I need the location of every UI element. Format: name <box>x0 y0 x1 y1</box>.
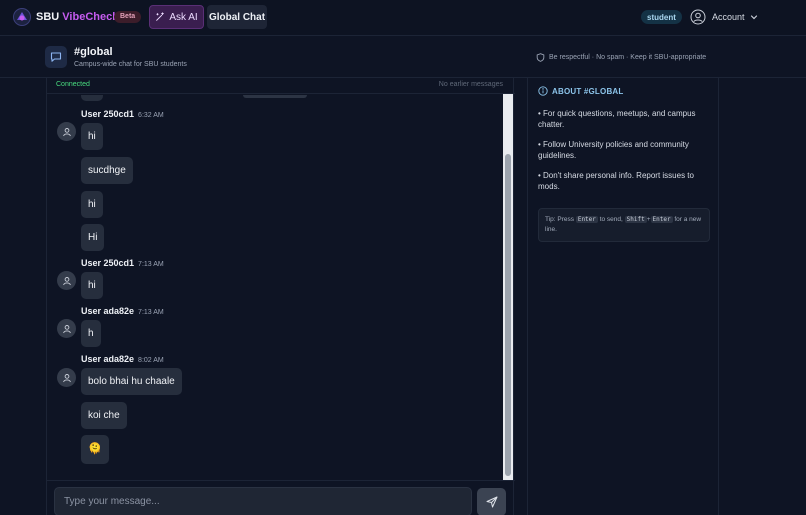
no-earlier-messages: No earlier messages <box>438 81 503 88</box>
message-input[interactable] <box>54 487 472 515</box>
message-header: User 250cd1 7:13 AM <box>81 258 164 268</box>
brand-name[interactable]: SBU VibeCheck <box>36 11 118 23</box>
scrollbar-thumb[interactable] <box>505 154 511 476</box>
keyboard-tip: Tip: Press Enter to send, Shift + Enter fo… <box>538 208 710 242</box>
avatar <box>57 271 76 290</box>
connection-status: Connected <box>56 81 90 88</box>
avatar <box>57 122 76 141</box>
send-icon <box>486 496 497 508</box>
enter-key: Enter <box>575 216 598 223</box>
avatar <box>57 368 76 387</box>
about-title: ABOUT #GLOBAL <box>538 86 624 96</box>
date-divider-partial <box>243 95 307 98</box>
beta-badge: Beta <box>114 11 142 23</box>
message-bubble: h <box>81 320 101 347</box>
message-bubble: bolo bhai hu chaale <box>81 368 182 395</box>
message-header: User ada82e 8:02 AM <box>81 354 164 364</box>
avatar <box>57 319 76 338</box>
logo-icon[interactable] <box>12 7 32 27</box>
info-icon <box>538 86 548 96</box>
user-icon <box>62 324 71 333</box>
shield-icon <box>536 53 545 62</box>
user-icon <box>62 373 71 382</box>
channel-title: #global <box>74 46 113 58</box>
role-badge: student <box>641 10 682 24</box>
message-bubble: koi che <box>81 402 127 429</box>
chevron-down-icon[interactable] <box>750 13 758 21</box>
message-bubble-emoji: 🫠 <box>81 435 109 464</box>
scrollbar-track[interactable] <box>503 94 513 480</box>
user-icon <box>62 276 71 285</box>
message-composer <box>47 480 515 515</box>
message-bubble: hi <box>81 123 103 150</box>
message-header: User 250cd1 6:32 AM <box>81 109 164 119</box>
user-icon <box>62 127 71 136</box>
user-circle-icon[interactable] <box>690 9 706 25</box>
message-bubble: hi <box>81 191 103 218</box>
channel-subtitle: Campus-wide chat for SBU students <box>74 61 187 68</box>
about-item: • Don't share personal info. Report issu… <box>538 171 694 191</box>
message-bubble: sucdhge <box>81 157 133 184</box>
message-bubble: hi <box>81 272 103 299</box>
status-row: Connected No earlier messages <box>47 78 515 94</box>
channel-header: #global Campus-wide chat for SBU student… <box>0 36 806 78</box>
channel-rules: Be respectful · No spam · Keep it SBU-ap… <box>536 53 706 62</box>
message-bubble: Hi <box>81 224 105 251</box>
about-item: • Follow University policies and communi… <box>538 140 689 160</box>
top-nav: SBU VibeCheck Beta Ask AI Global Chat st… <box>0 0 806 36</box>
ask-ai-button[interactable]: Ask AI <box>149 5 204 29</box>
message-bubble-partial <box>81 95 103 101</box>
magic-wand-icon <box>156 12 165 21</box>
global-chat-button[interactable]: Global Chat <box>207 5 267 29</box>
send-button[interactable] <box>477 488 506 515</box>
chat-bubble-icon <box>45 46 67 68</box>
shift-key: Shift <box>624 216 647 223</box>
about-panel: ABOUT #GLOBAL • For quick questions, mee… <box>527 78 719 515</box>
about-item: • For quick questions, meetups, and camp… <box>538 109 696 129</box>
enter-key: Enter <box>650 216 673 223</box>
message-header: User ada82e 7:13 AM <box>81 306 164 316</box>
account-menu[interactable]: Account <box>712 12 745 22</box>
chat-panel: Connected No earlier messages User 250cd… <box>46 78 515 515</box>
